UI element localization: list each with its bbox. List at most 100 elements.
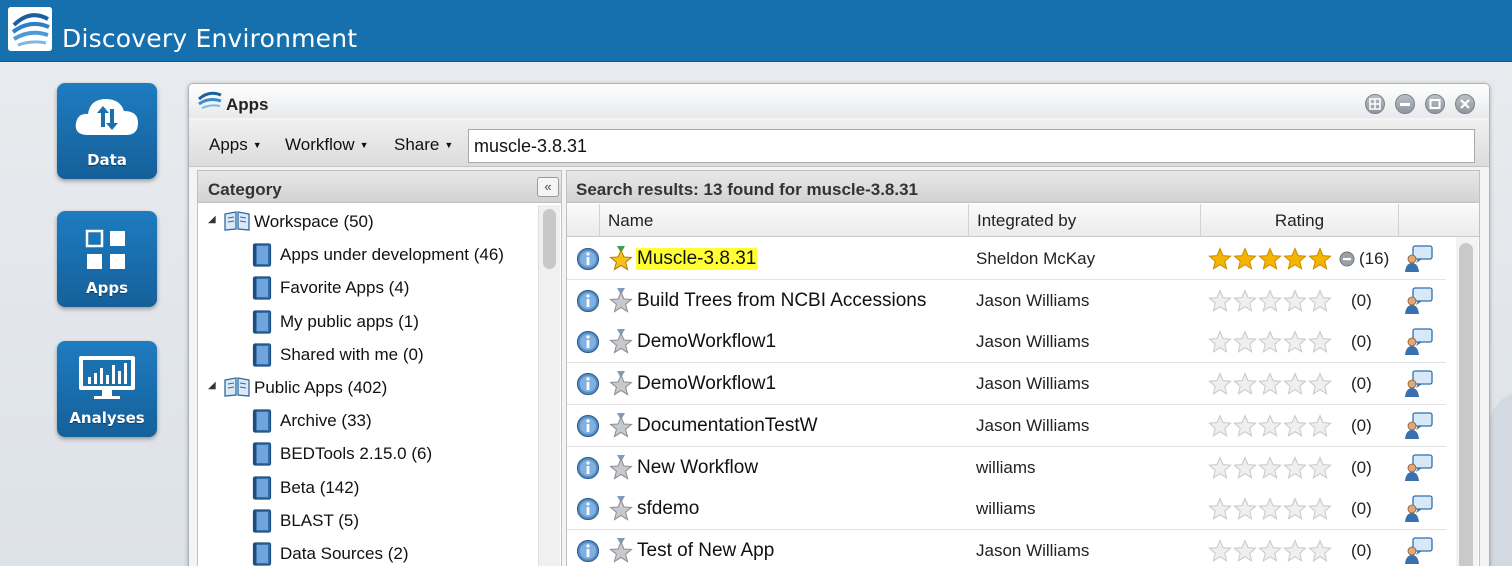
rating-star-icon[interactable] — [1233, 414, 1257, 438]
rating-star-icon[interactable] — [1208, 539, 1232, 563]
rating-star-icon[interactable] — [1283, 539, 1307, 563]
integrated-by-column-header[interactable]: Integrated by — [968, 204, 1200, 237]
rating-stars[interactable] — [1208, 414, 1333, 438]
favorite-star-icon[interactable] — [608, 537, 634, 566]
rating-star-icon[interactable] — [1308, 455, 1332, 480]
category-scrollbar[interactable] — [538, 205, 560, 566]
comments-icon[interactable] — [1404, 537, 1434, 566]
favorite-star-icon[interactable] — [608, 495, 634, 528]
minimize-button[interactable] — [1395, 94, 1415, 114]
app-result-row[interactable]: Test of New App Jason Williams (0) — [567, 529, 1446, 566]
rating-star-icon[interactable] — [1283, 330, 1307, 354]
app-name-link[interactable]: Test of New App — [637, 540, 774, 562]
apps-menu-button[interactable]: Apps ▼ — [209, 135, 262, 155]
rating-star-icon[interactable] — [1233, 288, 1257, 313]
info-icon[interactable] — [576, 497, 600, 526]
maximize-button[interactable] — [1425, 94, 1445, 114]
rating-star-icon[interactable] — [1308, 247, 1332, 271]
rating-star-icon[interactable] — [1208, 247, 1232, 271]
app-search-input[interactable] — [468, 129, 1475, 163]
rating-star-icon[interactable] — [1283, 372, 1307, 396]
clear-rating-icon[interactable] — [1339, 251, 1355, 267]
app-result-row[interactable]: DemoWorkflow1 Jason Williams (0) — [567, 363, 1446, 406]
app-result-row[interactable]: sfdemo williams (0) — [567, 488, 1446, 531]
rating-star-icon[interactable] — [1283, 247, 1307, 271]
app-result-row[interactable]: Build Trees from NCBI Accessions Jason Wi… — [567, 279, 1446, 322]
info-column-header[interactable] — [567, 204, 599, 237]
rating-star-icon[interactable] — [1208, 497, 1232, 521]
app-name-link[interactable]: New Workflow — [637, 457, 758, 479]
layout-button[interactable] — [1365, 94, 1385, 114]
comments-icon[interactable] — [1404, 412, 1434, 445]
rating-star-icon[interactable] — [1258, 497, 1282, 521]
app-result-row[interactable]: New Workflow williams (0) — [567, 446, 1446, 489]
favorite-star-icon[interactable] — [608, 245, 634, 278]
rating-star-icon[interactable] — [1258, 539, 1282, 563]
analyses-shortcut-button[interactable]: Analyses — [57, 341, 157, 437]
rating-star-icon[interactable] — [1308, 414, 1332, 438]
data-shortcut-button[interactable]: Data — [57, 83, 157, 179]
rating-star-icon[interactable] — [1258, 247, 1282, 271]
rating-column-header[interactable]: Rating — [1200, 204, 1398, 237]
rating-star-icon[interactable] — [1258, 330, 1282, 354]
apps-shortcut-button[interactable]: Apps — [57, 211, 157, 307]
rating-star-icon[interactable] — [1233, 247, 1257, 271]
collapse-panel-button[interactable]: « — [537, 177, 559, 197]
app-result-row[interactable]: DocumentationTestW Jason Williams (0) — [567, 404, 1446, 447]
app-name-link[interactable]: DemoWorkflow1 — [637, 373, 776, 395]
rating-star-icon[interactable] — [1233, 372, 1257, 396]
rating-star-icon[interactable] — [1233, 455, 1257, 480]
workflow-menu-button[interactable]: Workflow ▼ — [285, 135, 369, 155]
comments-icon[interactable] — [1404, 287, 1434, 320]
info-icon[interactable] — [576, 330, 600, 359]
info-icon[interactable] — [576, 372, 600, 401]
rating-star-icon[interactable] — [1258, 414, 1282, 438]
rating-star-icon[interactable] — [1233, 539, 1257, 563]
app-name-link[interactable]: DemoWorkflow1 — [637, 331, 776, 353]
favorite-star-icon[interactable] — [608, 287, 634, 320]
share-menu-button[interactable]: Share ▼ — [394, 135, 453, 155]
rating-star-icon[interactable] — [1308, 497, 1332, 521]
rating-stars[interactable] — [1208, 247, 1333, 271]
app-name-link[interactable]: DocumentationTestW — [637, 415, 818, 437]
rating-star-icon[interactable] — [1258, 288, 1282, 313]
rating-star-icon[interactable] — [1283, 455, 1307, 480]
rating-star-icon[interactable] — [1208, 372, 1232, 396]
rating-star-icon[interactable] — [1208, 455, 1232, 480]
rating-stars[interactable] — [1208, 372, 1333, 396]
rating-star-icon[interactable] — [1308, 539, 1332, 563]
rating-star-icon[interactable] — [1258, 372, 1282, 396]
favorite-star-icon[interactable] — [608, 412, 634, 445]
rating-stars[interactable] — [1208, 330, 1333, 354]
app-result-row[interactable]: Muscle-3.8.31 Sheldon McKay (16) — [567, 238, 1446, 280]
close-button[interactable] — [1455, 94, 1475, 114]
rating-star-icon[interactable] — [1258, 455, 1282, 480]
rating-star-icon[interactable] — [1283, 288, 1307, 313]
comments-icon[interactable] — [1404, 245, 1434, 278]
expand-toggle-icon[interactable]: ◢ — [208, 214, 216, 225]
app-result-row[interactable]: DemoWorkflow1 Jason Williams (0) — [567, 321, 1446, 364]
info-icon[interactable] — [576, 456, 600, 485]
rating-star-icon[interactable] — [1283, 414, 1307, 438]
rating-star-icon[interactable] — [1208, 330, 1232, 354]
comments-column-header[interactable] — [1398, 204, 1445, 237]
comments-icon[interactable] — [1404, 328, 1434, 361]
rating-stars[interactable] — [1208, 288, 1333, 313]
rating-star-icon[interactable] — [1233, 330, 1257, 354]
rating-star-icon[interactable] — [1233, 497, 1257, 521]
rating-stars[interactable] — [1208, 497, 1333, 521]
rating-stars[interactable] — [1208, 455, 1333, 480]
comments-icon[interactable] — [1404, 370, 1434, 403]
name-column-header[interactable]: Name — [599, 204, 968, 237]
app-name-link[interactable]: Build Trees from NCBI Accessions — [637, 290, 926, 312]
rating-stars[interactable] — [1208, 539, 1333, 563]
comments-icon[interactable] — [1404, 453, 1434, 487]
rating-star-icon[interactable] — [1283, 497, 1307, 521]
rating-star-icon[interactable] — [1308, 372, 1332, 396]
favorite-star-icon[interactable] — [608, 454, 634, 487]
app-name-link[interactable]: sfdemo — [637, 498, 699, 520]
rating-star-icon[interactable] — [1208, 414, 1232, 438]
scrollbar-thumb[interactable] — [543, 209, 556, 269]
favorite-star-icon[interactable] — [608, 328, 634, 361]
info-icon[interactable] — [576, 539, 600, 566]
